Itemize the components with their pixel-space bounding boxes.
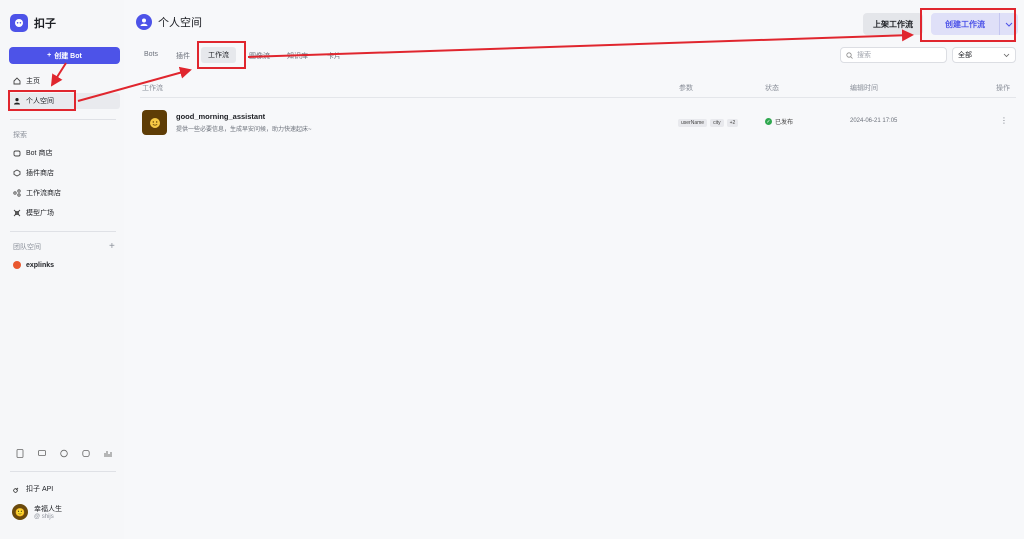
arrow-to-personal-space	[50, 62, 67, 87]
annotation-arrows	[50, 29, 914, 102]
arrow-to-workflow-tab	[77, 66, 192, 102]
arrow-to-create-workflow	[247, 29, 914, 58]
